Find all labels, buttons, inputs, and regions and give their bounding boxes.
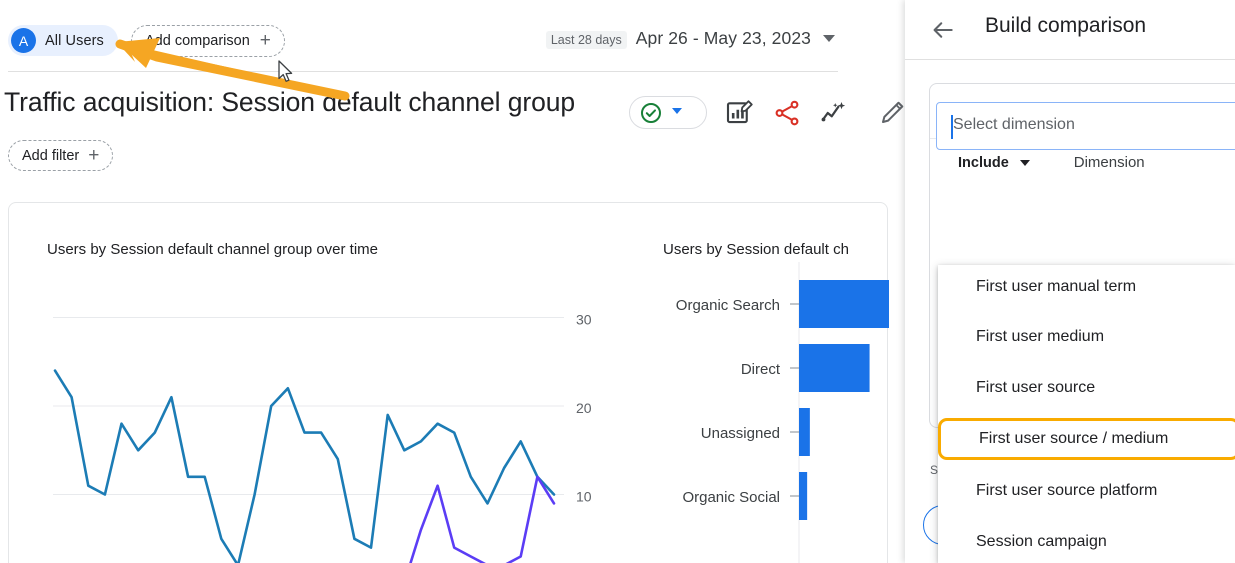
divider [905,59,1235,60]
menu-item-5[interactable]: Session campaign [938,517,1235,563]
menu-item-3-selected[interactable]: First user source / medium [938,418,1235,460]
chevron-down-icon [1020,160,1030,166]
divider [8,71,838,72]
menu-item-4[interactable]: First user source platform [938,466,1235,516]
check-circle-icon [639,101,663,125]
line-chart[interactable]: 10 20 30 [9,203,629,563]
edit-chart-icon[interactable] [724,98,754,128]
svg-text:30: 30 [576,312,592,328]
chevron-down-icon [672,108,682,114]
chevron-down-icon [823,35,835,42]
title-row: Traffic acquisition: Session default cha… [0,88,905,136]
svg-text:Direct: Direct [741,361,781,378]
audience-chip-all-users[interactable]: A All Users [8,25,118,56]
include-dropdown[interactable]: Include [958,155,1030,171]
date-range-pill: Last 28 days [546,31,627,49]
svg-text:10: 10 [576,489,592,505]
add-comparison-button[interactable]: Add comparison + [131,25,285,57]
include-row: Include Dimension [958,154,1145,171]
insights-icon[interactable] [819,98,849,128]
share-icon[interactable] [772,98,802,128]
add-filter-label: Add filter [22,148,79,164]
menu-item-0[interactable]: First user manual term [938,265,1235,312]
report-area: A All Users Add comparison + Last 28 day… [0,0,905,563]
audience-chip-label: All Users [45,33,104,49]
svg-text:Organic Social: Organic Social [682,489,780,506]
arrow-left-icon[interactable] [930,17,956,43]
dimension-dropdown-menu[interactable]: First user manual term First user medium… [938,265,1235,563]
add-comparison-label: Add comparison [145,33,250,49]
top-bar: A All Users Add comparison + Last 28 day… [0,0,905,72]
panel-header: Build comparison [905,0,1235,59]
charts-card: Users by Session default channel group o… [8,202,888,563]
select-dimension-input[interactable]: Select dimension [936,102,1235,150]
svg-text:Unassigned: Unassigned [701,425,780,442]
avatar: A [11,28,36,53]
svg-text:20: 20 [576,400,592,416]
menu-item-1[interactable]: First user medium [938,312,1235,362]
panel-title: Build comparison [985,14,1146,38]
date-range-selector[interactable]: Last 28 days Apr 26 - May 23, 2023 [546,28,835,49]
dimension-label: Dimension [1074,154,1145,171]
data-quality-button[interactable] [629,96,707,129]
page-title: Traffic acquisition: Session default cha… [4,87,575,118]
date-range-value: Apr 26 - May 23, 2023 [636,28,811,49]
menu-item-2[interactable]: First user source [938,363,1235,413]
mouse-cursor [278,60,294,84]
charts-container: 102030 Organic SearchDirectUnassignedOrg… [9,203,889,563]
app-root: A All Users Add comparison + Last 28 day… [0,0,1235,563]
include-label: Include [958,155,1009,171]
add-filter-button[interactable]: Add filter + [8,140,113,171]
pencil-icon[interactable] [878,98,905,128]
svg-text:Organic Search: Organic Search [676,297,780,314]
bar-chart[interactable]: Organic Search Direct Unassigned Organic So… [609,203,889,563]
select-dimension-placeholder: Select dimension [953,116,1075,134]
